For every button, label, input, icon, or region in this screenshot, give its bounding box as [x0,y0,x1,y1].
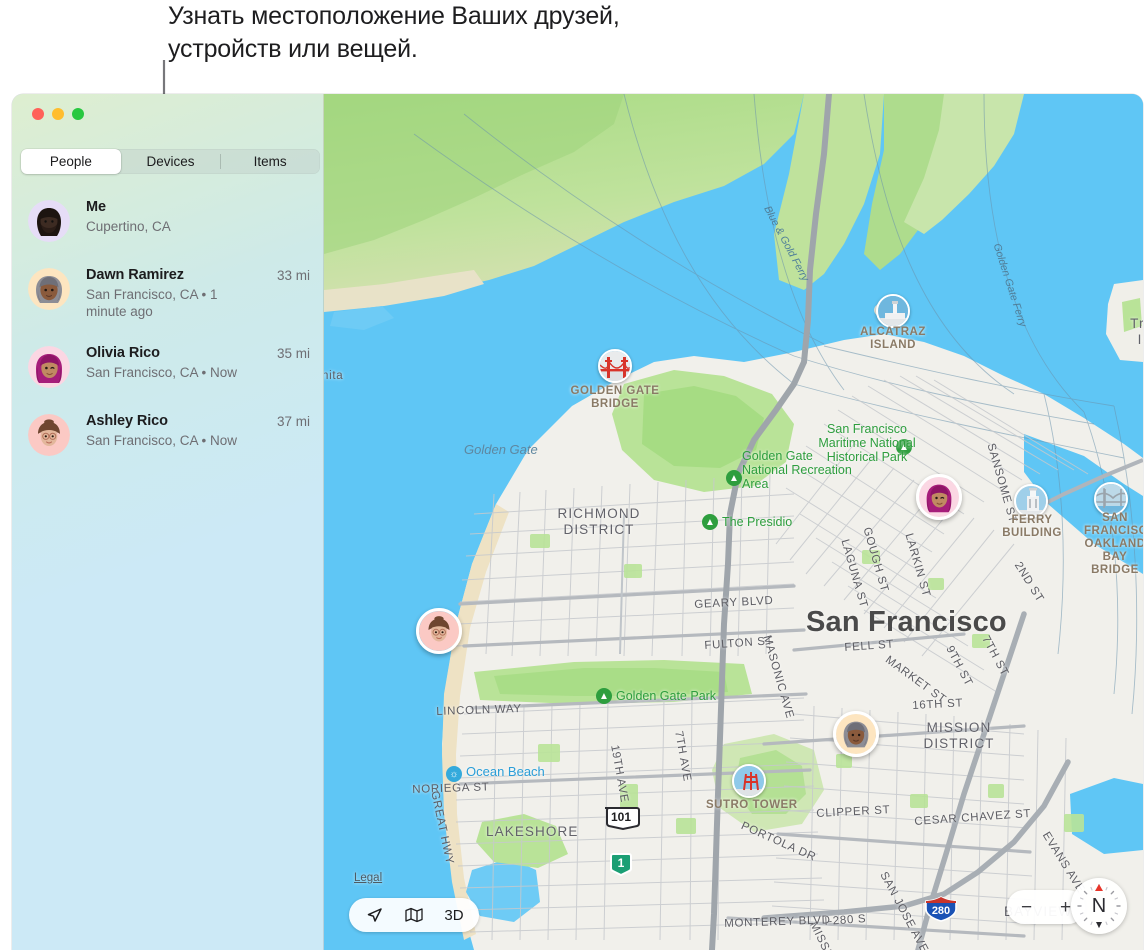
person-subtitle: San Francisco, CA • Now [86,365,238,380]
golden-gate-bridge-icon[interactable] [598,349,632,383]
person-text: Olivia Rico San Francisco, CA • Now [86,344,277,381]
sutro-tower-icon[interactable] [732,764,766,798]
list-item-me[interactable]: Me Cupertino, CA [12,198,324,242]
list-item-dawn-ramirez[interactable]: Dawn Ramirez San Francisco, CA • 1 minut… [12,266,324,320]
legal-link[interactable]: Legal [354,872,382,884]
park-pin-icon: ▲ [596,688,612,704]
park-pin-icon: ▲ [702,514,718,530]
tab-devices[interactable]: Devices [121,149,221,174]
map-graphics [324,94,1143,950]
person-subtitle: San Francisco, CA • Now [86,433,238,448]
person-distance: 35 mi [276,346,310,361]
people-list: Me Cupertino, CA Dawn Ramirez San Franci… [12,198,324,480]
callout-text: Узнать местоположение Ваших друзей, устр… [168,2,620,63]
window-traffic-lights [32,108,84,120]
avatar-me [28,200,70,242]
avatar-dawn-ramirez [28,268,70,310]
park-pin-icon: ▲ [896,439,912,455]
three-d-button[interactable]: 3D [435,900,473,930]
close-button[interactable] [32,108,44,120]
highway-shield-101: 101 [602,806,640,830]
highway-shield-label: 280 [931,905,951,917]
sidebar: People Devices Items Me Cupertino, CA Da… [12,94,324,950]
person-text: Dawn Ramirez San Francisco, CA • 1 minut… [86,266,277,320]
highway-shield-label: 101 [610,810,632,824]
person-name: Ashley Rico [86,413,168,429]
alcatraz-icon[interactable] [876,294,910,328]
ferry-building-icon[interactable] [1014,484,1048,518]
person-text: Me Cupertino, CA [86,198,310,235]
highway-shield-280: 280 [924,896,958,922]
map-canvas[interactable]: San Francisco Golden Gate nita Blue & Go… [324,94,1143,950]
highway-shield-1: 1 [610,852,632,876]
park-pin-icon: ▲ [726,470,742,486]
person-name: Dawn Ramirez [86,267,184,283]
person-name: Olivia Rico [86,345,160,361]
list-item-olivia-rico[interactable]: Olivia Rico San Francisco, CA • Now 35 m… [12,344,324,388]
find-my-window: People Devices Items Me Cupertino, CA Da… [12,94,1143,950]
tab-items[interactable]: Items [220,149,320,174]
bay-bridge-icon[interactable] [1094,482,1128,516]
tab-divider [220,154,222,169]
avatar-olivia-rico [28,346,70,388]
maximize-button[interactable] [72,108,84,120]
segmented-control: People Devices Items [21,149,320,174]
map-controls-pill: 3D [349,898,479,932]
tab-people-label: People [49,154,92,169]
tab-people[interactable]: People [21,149,121,174]
person-subtitle: Cupertino, CA [86,219,171,234]
locate-arrow-icon[interactable] [355,900,393,930]
minimize-button[interactable] [52,108,64,120]
beach-pin-icon: ☼ [446,766,462,782]
person-subtitle: San Francisco, CA • 1 minute ago [86,287,218,319]
person-text: Ashley Rico San Francisco, CA • Now [86,412,277,449]
map-marker-ashley-rico[interactable] [416,608,462,654]
person-distance: 33 mi [276,268,310,283]
map-marker-olivia-rico[interactable] [916,474,962,520]
person-name: Me [86,199,106,215]
zoom-out-button[interactable]: − [1007,898,1046,917]
map-icon[interactable] [395,900,433,930]
compass-control[interactable]: N [1071,878,1127,934]
highway-shield-label: 1 [617,856,625,870]
avatar-ashley-rico [28,414,70,456]
map-marker-dawn-ramirez[interactable] [833,711,879,757]
person-distance: 37 mi [276,414,310,429]
tab-devices-label: Devices [146,154,195,169]
list-item-ashley-rico[interactable]: Ashley Rico San Francisco, CA • Now 37 m… [12,412,324,456]
tab-items-label: Items [253,154,287,169]
